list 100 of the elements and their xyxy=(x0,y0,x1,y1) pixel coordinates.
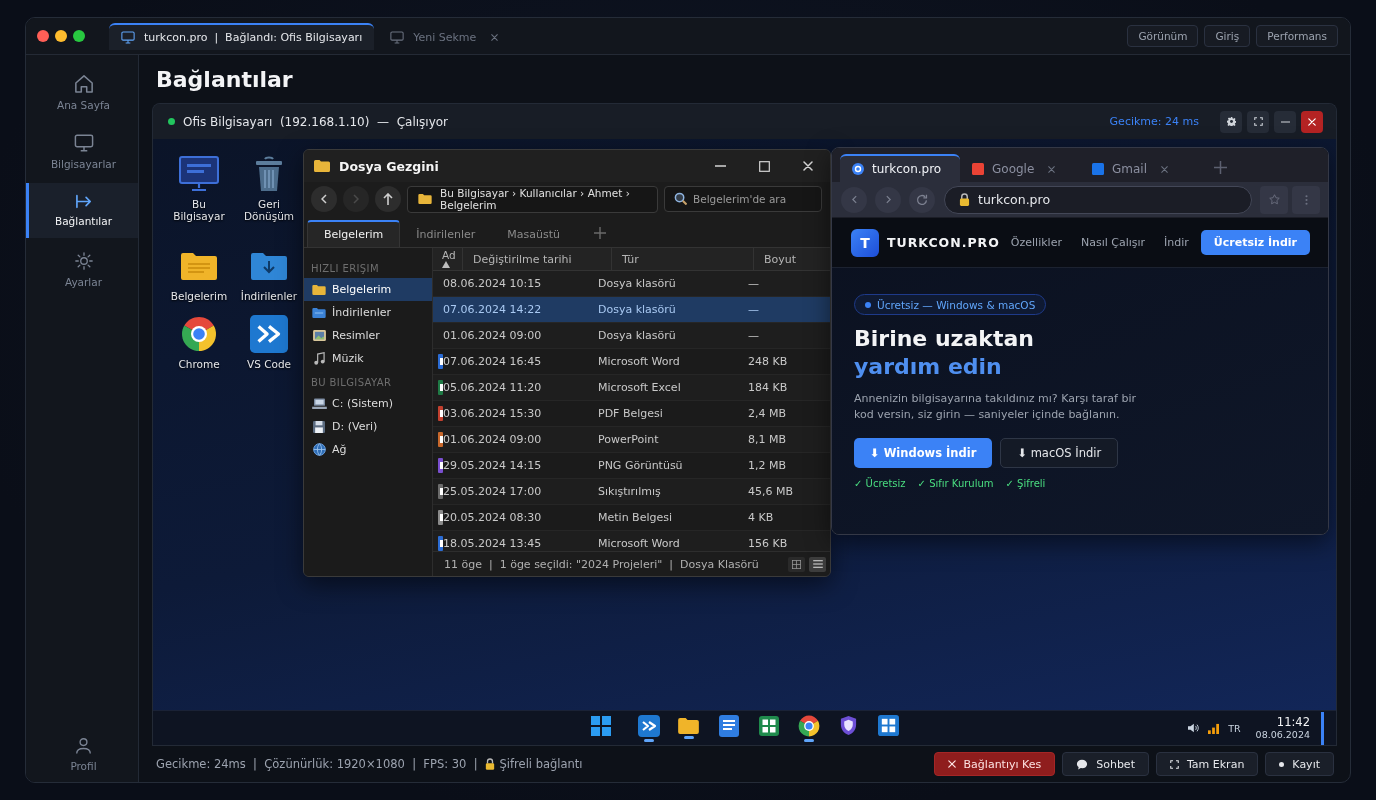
language-indicator[interactable]: TR xyxy=(1228,722,1241,734)
file-row[interactable]: 03.06.2024 15:30 PDF Belgesi 2,4 MB xyxy=(433,401,830,427)
minimize-button[interactable] xyxy=(1274,110,1296,133)
app-tab[interactable]: Yeni Sekme xyxy=(378,23,511,50)
sidebar-item[interactable]: Bilgisayarlar xyxy=(26,124,138,179)
explorer-tab[interactable]: İndirilenler xyxy=(400,220,492,247)
minimize-icon xyxy=(714,165,726,167)
sidebar-item[interactable]: C: (Sistem) xyxy=(304,392,432,415)
monitor-icon xyxy=(73,133,94,152)
table-cell-text: 20.05.2024 08:30 xyxy=(443,511,543,524)
table-cell-text: 156 KB xyxy=(748,537,789,550)
column-header[interactable]: Boyut xyxy=(754,248,830,270)
file-row[interactable]: 20.05.2024 08:30 Metin Belgesi 4 KB xyxy=(433,505,830,531)
file-row[interactable]: 01.06.2024 09:00 Dosya klasörü — xyxy=(433,323,830,349)
file-row[interactable]: 07.06.2024 16:45 Microsoft Word 248 KB xyxy=(433,349,830,375)
trash-can-icon[interactable] xyxy=(254,156,284,192)
sidebar-item[interactable]: Ana Sayfa xyxy=(26,65,138,120)
download-button[interactable]: ⬇ Windows İndir xyxy=(854,438,993,468)
sidebar-item[interactable]: Belgelerim xyxy=(304,278,432,301)
grid-icon xyxy=(792,559,801,569)
settings-button[interactable] xyxy=(1220,110,1242,133)
folder-icon[interactable] xyxy=(181,252,217,280)
minimize-window-button[interactable] xyxy=(55,30,67,42)
toolbar-button[interactable]: Giriş xyxy=(1204,25,1251,47)
file-row[interactable]: 01.06.2024 09:00 PowerPoint 8,1 MB xyxy=(433,427,830,453)
search-field[interactable]: Belgelerim'de ara xyxy=(664,186,822,212)
monitor-icon[interactable] xyxy=(179,156,219,192)
tricolor-circle-icon[interactable] xyxy=(181,316,217,352)
column-header[interactable]: Ad xyxy=(433,248,463,270)
show-desktop-button[interactable] xyxy=(1321,711,1324,745)
action-button[interactable]: Bağlantıyı Kes xyxy=(933,752,1056,776)
close-button[interactable] xyxy=(1301,110,1323,133)
close-icon[interactable] xyxy=(1048,165,1056,173)
path-field[interactable]: Bu Bilgisayar › Kullanıcılar › Ahmet › Belgelerim xyxy=(407,185,658,213)
desktop-icon-label[interactable]: İndirilenler xyxy=(240,290,298,302)
nav-link[interactable]: Nasıl Çalışır xyxy=(1080,236,1146,249)
profile-button[interactable]: Profil xyxy=(26,727,138,782)
close-icon[interactable] xyxy=(1161,165,1168,173)
file-row[interactable]: 08.06.2024 10:15 Dosya klasörü — xyxy=(433,271,830,297)
desktop-icon-label[interactable]: Belgelerim xyxy=(170,290,228,302)
file-row[interactable]: 25.05.2024 17:00 Sıkıştırılmış 45,6 MB xyxy=(433,479,830,505)
cta-button[interactable]: Ücretsiz İndir xyxy=(1200,230,1310,255)
grid-view-button[interactable] xyxy=(788,556,805,572)
fullscreen-button[interactable] xyxy=(1247,110,1269,133)
picture-icon xyxy=(312,330,326,341)
zoom-window-button[interactable] xyxy=(73,30,85,42)
desktop-icon-label[interactable]: Chrome xyxy=(178,358,220,370)
folder-icon xyxy=(678,717,699,734)
file-row[interactable]: 07.06.2024 14:22 Dosya klasörü — xyxy=(433,297,830,323)
taskbar-button[interactable] xyxy=(796,713,821,743)
download-button[interactable]: ⬇ macOS İndir xyxy=(1000,438,1119,468)
table-cell-text: 2,4 MB xyxy=(748,407,788,420)
app-tab[interactable]: turkcon.pro | Bağlandı: Ofis Bilgisayarı xyxy=(109,23,375,50)
toolbar-button[interactable]: Performans xyxy=(1256,25,1338,47)
list-view-button[interactable] xyxy=(809,556,826,572)
chevron-tile-icon[interactable] xyxy=(250,315,288,353)
back-button[interactable] xyxy=(311,186,337,212)
download-folder-icon[interactable] xyxy=(251,252,287,280)
folder-icon xyxy=(314,160,330,172)
explorer-tab[interactable]: Belgelerim xyxy=(307,220,401,247)
sidebar-item[interactable]: Resimler xyxy=(304,324,432,347)
reload-button[interactable] xyxy=(909,186,935,213)
nav-link[interactable]: İndir xyxy=(1164,236,1189,249)
sidebar-item[interactable]: İndirilenler xyxy=(304,301,432,324)
table-cell-text: 29.05.2024 14:15 xyxy=(443,459,543,472)
column-header[interactable]: Tür xyxy=(612,248,754,270)
browser-tab[interactable]: Gmail xyxy=(1080,154,1200,182)
up-button[interactable] xyxy=(375,186,401,212)
plus-icon[interactable] xyxy=(1214,161,1227,174)
close-window-button[interactable] xyxy=(37,30,49,42)
action-button[interactable]: Sohbet xyxy=(1062,752,1149,776)
desktop-icon-label[interactable]: Geri Dönüşüm xyxy=(236,198,302,222)
column-header[interactable]: Değiştirilme tarihi xyxy=(463,248,612,270)
file-row[interactable]: 05.06.2024 11:20 Microsoft Excel 184 KB xyxy=(433,375,830,401)
file-row[interactable]: 29.05.2024 14:15 PNG Görüntüsü 1,2 MB xyxy=(433,453,830,479)
action-button[interactable]: Kayıt xyxy=(1265,752,1334,776)
close-icon[interactable] xyxy=(491,34,499,41)
desktop-icon-label[interactable]: Bu Bilgisayar xyxy=(166,198,232,222)
plus-icon[interactable] xyxy=(593,227,606,239)
sidebar-item[interactable]: D: (Veri) xyxy=(304,415,432,438)
sidebar-item[interactable]: Müzik xyxy=(304,347,432,370)
sidebar-item[interactable]: Bağlantılar xyxy=(26,183,138,238)
lead-paragraph: Annenizin bilgisayarına takıldınız mı? Karşı taraf bir kod versin, siz girin — saniyeler içinde bağlanın. xyxy=(854,391,1137,423)
signal-bars-icon[interactable] xyxy=(1208,722,1220,734)
sidebar-item[interactable]: Ayarlar xyxy=(26,242,138,297)
browser-tab[interactable]: turkcon.pro xyxy=(840,154,960,182)
speaker-icon[interactable] xyxy=(1187,723,1200,733)
logo: T xyxy=(851,228,879,257)
close-icon xyxy=(947,760,956,768)
browser-tab[interactable]: Google xyxy=(960,154,1080,182)
explorer-tab[interactable]: Masaüstü xyxy=(491,220,576,247)
nav-link[interactable]: Özellikler xyxy=(1010,236,1062,249)
toolbar-button[interactable]: Görünüm xyxy=(1127,25,1199,47)
reload-icon xyxy=(916,193,928,206)
address-field[interactable]: turkcon.pro xyxy=(944,185,1252,214)
sidebar-item[interactable]: Ağ xyxy=(304,438,432,461)
running-indicator-icon xyxy=(803,738,814,742)
action-button[interactable]: Tam Ekran xyxy=(1155,752,1259,776)
taskbar-button[interactable] xyxy=(636,713,661,743)
desktop-icon-label[interactable]: VS Code xyxy=(246,358,292,370)
